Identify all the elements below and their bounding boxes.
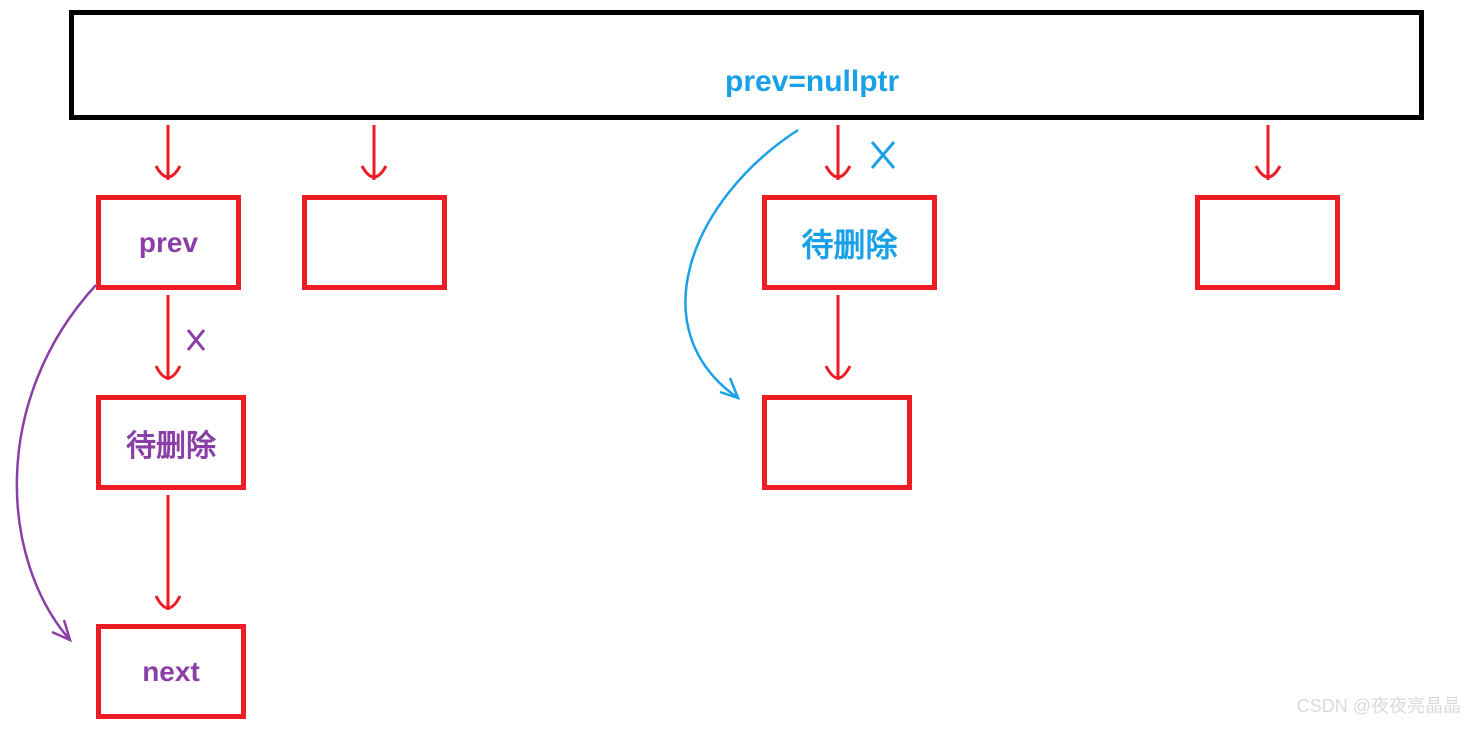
- node-to-delete-left: 待删除: [96, 395, 246, 490]
- node-empty-4: [1195, 195, 1340, 290]
- watermark: CSDN @夜夜亮晶晶: [1297, 692, 1461, 718]
- node-empty-2: [302, 195, 447, 290]
- node-below-to-delete-right: [762, 395, 912, 490]
- node-next: next: [96, 624, 246, 719]
- annotation-prev-nullptr: prev=nullptr: [725, 65, 899, 99]
- node-to-delete-right: 待删除: [762, 195, 937, 290]
- node-prev: prev: [96, 195, 241, 290]
